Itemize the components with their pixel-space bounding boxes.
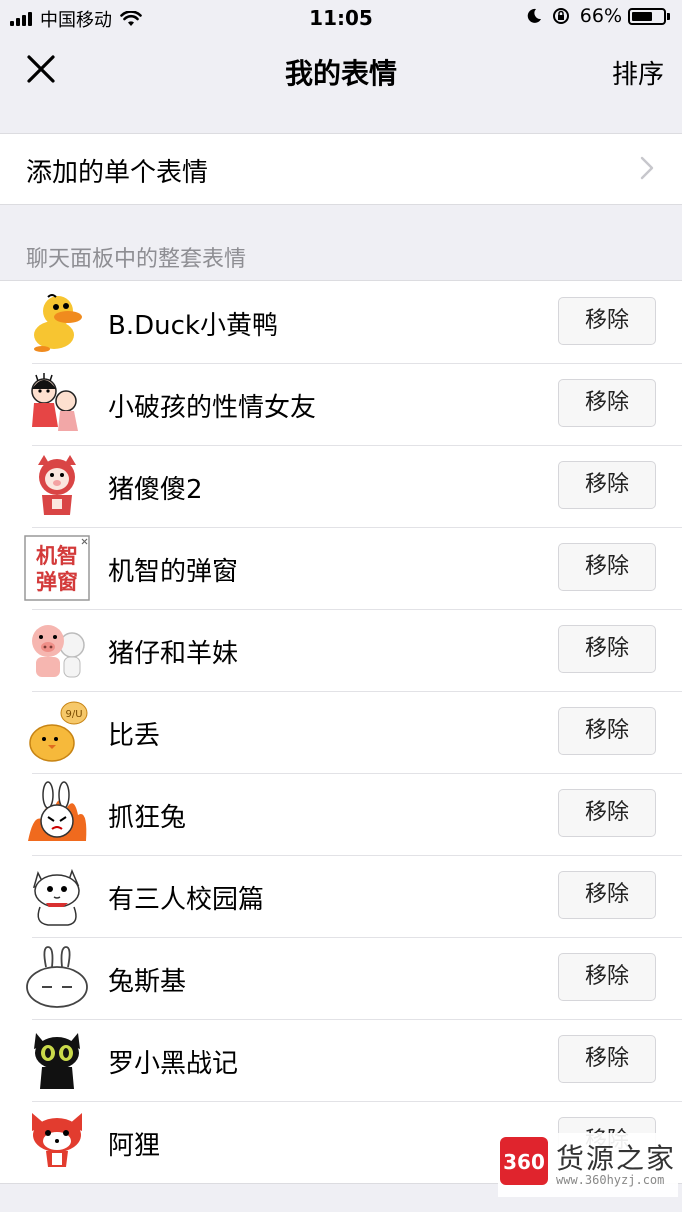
single-stickers-label: 添加的单个表情	[26, 158, 209, 188]
list-item: B.Duck小黄鸭 移除	[0, 281, 682, 363]
remove-button[interactable]: 移除	[558, 953, 656, 1001]
single-stickers-row[interactable]: 添加的单个表情	[0, 133, 682, 205]
nav-bar: 我的表情 排序	[0, 34, 682, 110]
pack-name: 比丢	[108, 721, 161, 751]
red-pig-icon	[38, 455, 76, 515]
chick-bubble-text: 9/U	[65, 709, 82, 720]
pack-name: 猪傻傻2	[108, 475, 203, 505]
list-item: 猪傻傻2 移除	[0, 445, 682, 527]
list-item: 机智 弹窗 机智的弹窗 移除	[0, 527, 682, 609]
watermark: 360 货源之家 www.360hyzj.com	[498, 1133, 678, 1197]
pack-name: B.Duck小黄鸭	[108, 311, 278, 341]
chick-icon: 9/U	[29, 701, 88, 762]
list-item: 猪仔和羊妹 移除	[0, 609, 682, 691]
pack-name: 猪仔和羊妹	[108, 639, 239, 669]
list-item: 罗小黑战记 移除	[0, 1019, 682, 1101]
popup-icon-text-bottom: 弹窗	[36, 570, 78, 594]
remove-button[interactable]: 移除	[558, 1035, 656, 1083]
list-item: 兔斯基 移除	[0, 937, 682, 1019]
popup-icon-text-top: 机智	[36, 544, 78, 568]
rotation-lock-icon	[552, 8, 569, 24]
pack-name: 阿狸	[108, 1131, 161, 1161]
pack-name: 机智的弹窗	[108, 557, 239, 587]
black-cat-icon	[34, 1033, 80, 1089]
remove-button[interactable]: 移除	[558, 461, 656, 509]
status-bar: 中国移动 11:05 66%	[0, 0, 682, 34]
pack-name: 兔斯基	[108, 967, 187, 997]
pack-name: 有三人校园篇	[108, 885, 265, 915]
battery-percentage: 66%	[579, 5, 622, 27]
chevron-right-icon	[640, 156, 654, 180]
moon-icon	[527, 8, 541, 23]
list-item: 有三人校园篇 移除	[0, 855, 682, 937]
close-icon[interactable]	[26, 54, 56, 84]
pack-name: 罗小黑战记	[108, 1049, 239, 1079]
pig-sheep-icon	[32, 625, 85, 678]
watermark-url: www.360hyzj.com	[556, 1173, 665, 1187]
popup-text-icon: 机智 弹窗	[24, 535, 90, 601]
watermark-title: 货源之家	[556, 1142, 677, 1175]
yellow-duck-icon	[34, 294, 82, 352]
sticker-pack-list: B.Duck小黄鸭 移除 小破孩的性情女友 移除 猪傻傻2 移除 机智 弹窗 机…	[0, 280, 682, 1184]
battery-icon	[628, 7, 666, 25]
sort-button[interactable]: 排序	[612, 54, 664, 91]
pack-name: 抓狂兔	[108, 803, 187, 833]
watermark-logo-text: 360	[503, 1150, 545, 1174]
white-cat-icon	[32, 868, 80, 926]
page-title: 我的表情	[284, 57, 397, 90]
status-right: 66%	[526, 5, 670, 27]
remove-button[interactable]: 移除	[558, 543, 656, 591]
list-item: 小破孩的性情女友 移除	[0, 363, 682, 445]
list-item: 9/U 比丢 移除	[0, 691, 682, 773]
red-fox-icon	[32, 1113, 82, 1167]
watermark-logo: 360	[500, 1137, 548, 1185]
battery-fill	[632, 11, 652, 21]
angry-rabbit-icon	[28, 781, 87, 841]
remove-button[interactable]: 移除	[558, 789, 656, 837]
tuzki-icon	[26, 946, 88, 1008]
remove-button[interactable]: 移除	[558, 379, 656, 427]
section-header: 聊天面板中的整套表情	[26, 247, 247, 272]
battery-tip	[667, 12, 670, 20]
list-item: 抓狂兔 移除	[0, 773, 682, 855]
remove-button[interactable]: 移除	[558, 871, 656, 919]
remove-button[interactable]: 移除	[558, 625, 656, 673]
remove-button[interactable]: 移除	[558, 707, 656, 755]
pack-name: 小破孩的性情女友	[108, 393, 317, 423]
remove-button[interactable]: 移除	[558, 297, 656, 345]
kid-couple-icon	[31, 373, 78, 431]
